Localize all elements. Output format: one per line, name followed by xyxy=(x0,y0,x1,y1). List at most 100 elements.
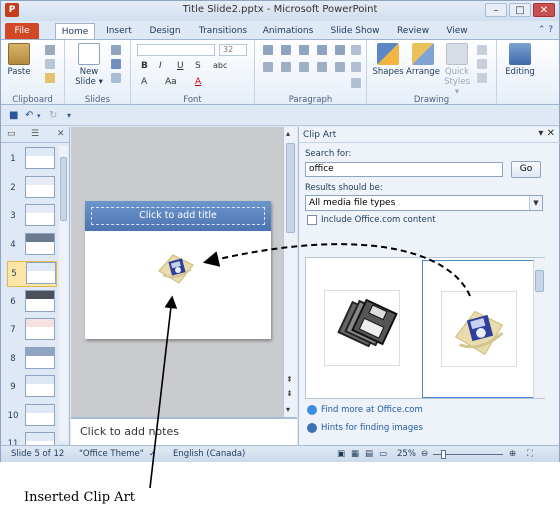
slide-thumbnail[interactable]: 9 xyxy=(7,375,57,401)
hints-link[interactable]: Hints for finding images xyxy=(307,423,423,433)
close-pane-icon[interactable]: ✕ xyxy=(57,129,65,139)
tab-transitions[interactable]: Transitions xyxy=(195,23,251,39)
maximize-button[interactable]: □ xyxy=(509,3,531,17)
layout-icon[interactable] xyxy=(111,45,121,55)
slide-thumbnail[interactable]: 3 xyxy=(7,204,57,230)
ribbon-minimize-help[interactable]: ⌃ ? xyxy=(538,25,553,35)
font-color-button[interactable]: A xyxy=(195,77,201,87)
new-slide-button[interactable]: New Slide ▾ xyxy=(71,43,107,87)
align-text-icon[interactable] xyxy=(351,62,361,72)
notes-placeholder[interactable]: Click to add notes xyxy=(80,425,179,438)
scroll-previous-slide-icon[interactable]: ⇞ xyxy=(286,375,293,384)
slide-thumbnail[interactable]: 5 xyxy=(7,261,57,287)
slide-preview[interactable] xyxy=(25,346,55,369)
arrange-button[interactable]: Arrange xyxy=(405,43,441,77)
slides-tab-icon[interactable]: ▭ xyxy=(7,129,16,139)
close-clip-art-icon[interactable]: ▾ ✕ xyxy=(538,128,555,139)
slide-preview[interactable] xyxy=(25,204,55,226)
find-more-link[interactable]: Find more at Office.com xyxy=(307,405,423,415)
tab-insert[interactable]: Insert xyxy=(101,23,137,39)
results-scroll-thumb[interactable] xyxy=(535,270,544,292)
format-painter-icon[interactable] xyxy=(45,73,55,83)
slide-sorter-icon[interactable]: ▦ xyxy=(351,449,359,459)
slide-scroll-thumb[interactable] xyxy=(286,143,295,233)
title-placeholder[interactable]: Click to add title xyxy=(91,207,265,225)
outline-tab-icon[interactable]: ☰ xyxy=(31,129,39,139)
grow-font-button[interactable]: A xyxy=(141,77,147,87)
bold-button[interactable]: B xyxy=(141,61,148,71)
increase-indent-icon[interactable] xyxy=(317,45,327,55)
tab-review[interactable]: Review xyxy=(393,23,433,39)
undo-icon[interactable]: ↶ xyxy=(25,110,33,121)
fit-to-window-icon[interactable]: ⛶ xyxy=(527,449,533,459)
minimize-button[interactable]: – xyxy=(485,3,507,17)
slide-preview[interactable] xyxy=(25,289,55,312)
clip-result-selected[interactable] xyxy=(422,260,534,398)
bullets-icon[interactable] xyxy=(263,45,273,55)
scroll-down-icon[interactable]: ▾ xyxy=(286,405,290,414)
normal-view-icon[interactable]: ▣ xyxy=(337,449,345,459)
shape-effects-icon[interactable] xyxy=(477,73,487,83)
close-button[interactable]: ✕ xyxy=(533,3,555,17)
zoom-level[interactable]: 25% xyxy=(397,449,416,459)
slide-thumbnail[interactable]: 10 xyxy=(7,403,57,430)
media-type-select[interactable]: All media file types ▼ xyxy=(305,195,543,211)
decrease-indent-icon[interactable] xyxy=(299,45,309,55)
customize-qat-icon[interactable]: ▾ xyxy=(67,111,71,120)
slide-preview[interactable] xyxy=(26,262,56,284)
current-slide[interactable]: Click to add title xyxy=(85,201,271,339)
editing-button[interactable]: Editing xyxy=(501,43,539,77)
font-size-combo[interactable]: 32 xyxy=(219,44,247,56)
slide-scrollbar[interactable]: ▴ ⇞ ⇟ ▾ xyxy=(283,127,297,417)
slide-preview[interactable] xyxy=(25,232,55,255)
slide-preview[interactable] xyxy=(25,403,55,426)
shadow-button[interactable]: abc xyxy=(213,61,227,70)
thumbnail-scroll-thumb[interactable] xyxy=(60,157,67,221)
underline-button[interactable]: U xyxy=(177,61,184,71)
smartart-icon[interactable] xyxy=(351,78,361,88)
slide-thumbnail[interactable]: 6 xyxy=(7,289,57,316)
shape-outline-icon[interactable] xyxy=(477,59,487,69)
tab-slide-show[interactable]: Slide Show xyxy=(327,23,383,39)
thumbnail-scrollbar[interactable] xyxy=(59,145,68,441)
include-office-checkbox[interactable] xyxy=(307,215,317,225)
slide-preview[interactable] xyxy=(25,147,55,169)
save-icon[interactable]: ■ xyxy=(9,110,18,121)
clip-result-floppies[interactable] xyxy=(324,290,400,366)
language[interactable]: English (Canada) xyxy=(173,449,245,459)
slide-preview[interactable] xyxy=(25,375,55,397)
cut-icon[interactable] xyxy=(45,45,55,55)
undo-dropdown-icon[interactable]: ▾ xyxy=(37,112,41,120)
copy-icon[interactable] xyxy=(45,59,55,69)
zoom-in-icon[interactable]: ⊕ xyxy=(509,449,516,459)
italic-button[interactable]: I xyxy=(159,61,162,71)
slide-thumbnail[interactable]: 8 xyxy=(7,346,57,373)
change-case-button[interactable]: Aa xyxy=(165,77,177,87)
quick-styles-button[interactable]: Quick Styles ▾ xyxy=(441,43,473,97)
align-center-icon[interactable] xyxy=(281,62,291,72)
align-right-icon[interactable] xyxy=(299,62,309,72)
scroll-next-slide-icon[interactable]: ⇟ xyxy=(286,389,293,398)
clip-result-disk[interactable] xyxy=(441,291,517,367)
slideshow-view-icon[interactable]: ▭ xyxy=(379,449,387,459)
strikethrough-button[interactable]: S xyxy=(195,61,201,71)
shape-fill-icon[interactable] xyxy=(477,45,487,55)
results-scrollbar[interactable] xyxy=(533,258,545,398)
notes-pane[interactable]: Click to add notes xyxy=(71,417,297,445)
columns-icon[interactable] xyxy=(335,62,345,72)
tab-animations[interactable]: Animations xyxy=(261,23,315,39)
spellcheck-icon[interactable]: ✓ xyxy=(149,449,156,459)
paste-button[interactable]: Paste xyxy=(7,43,31,77)
section-icon[interactable] xyxy=(111,73,121,83)
justify-icon[interactable] xyxy=(317,62,327,72)
font-name-combo[interactable] xyxy=(137,44,215,56)
tab-design[interactable]: Design xyxy=(145,23,185,39)
slide-thumbnail[interactable]: 2 xyxy=(7,175,57,202)
tab-home[interactable]: Home xyxy=(55,23,95,39)
scroll-up-icon[interactable]: ▴ xyxy=(286,129,290,138)
align-left-icon[interactable] xyxy=(263,62,273,72)
reading-view-icon[interactable]: ▤ xyxy=(365,449,373,459)
chevron-down-icon[interactable]: ▼ xyxy=(529,196,542,210)
text-direction-icon[interactable] xyxy=(351,45,361,55)
slide-preview[interactable] xyxy=(25,175,55,198)
